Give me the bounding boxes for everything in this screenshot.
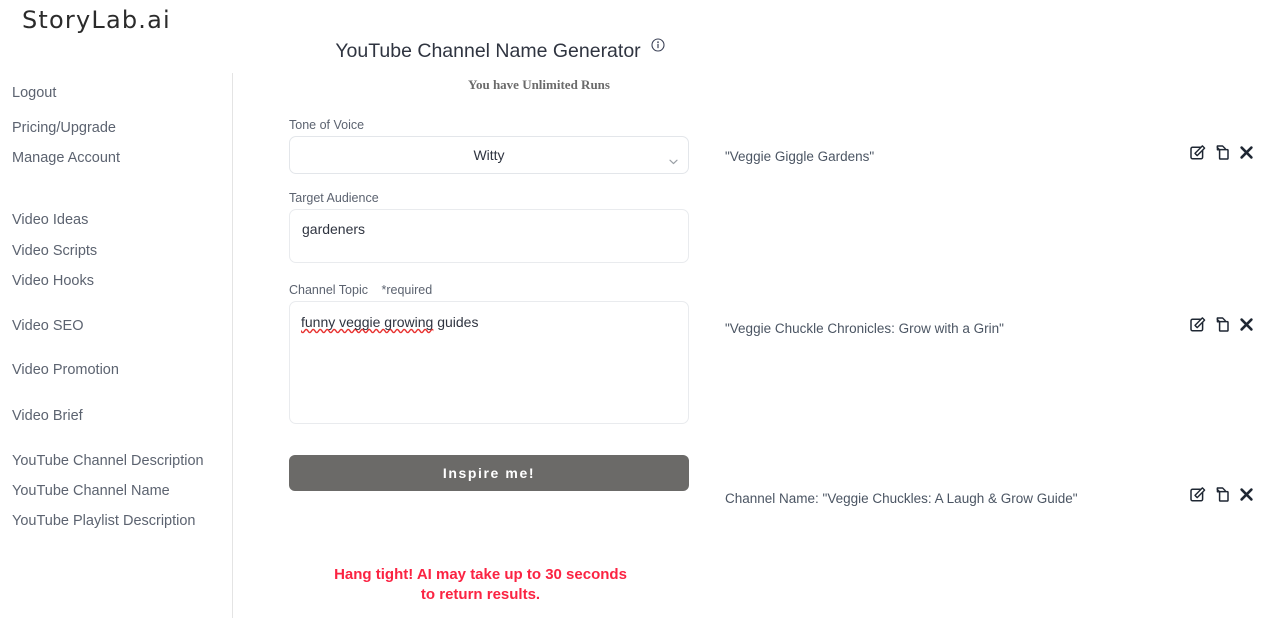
sidebar-divider [232, 73, 233, 618]
result-actions [1189, 145, 1255, 163]
channel-topic-label-text: Channel Topic [289, 283, 368, 297]
result-delete-button[interactable] [1237, 317, 1255, 335]
page-title-text: YouTube Channel Name Generator [335, 40, 641, 62]
close-x-icon [1239, 145, 1254, 163]
target-audience-label: Target Audience [289, 191, 379, 205]
sidebar-item-video-brief[interactable]: Video Brief [12, 408, 83, 424]
sidebar-item-pricing-upgrade[interactable]: Pricing/Upgrade [12, 120, 116, 136]
sidebar-item-video-seo[interactable]: Video SEO [12, 318, 83, 334]
copy-icon [1214, 144, 1231, 164]
result-copy-button[interactable] [1213, 145, 1231, 163]
wait-notice-line-2: to return results. [420, 586, 541, 603]
tone-of-voice-label: Tone of Voice [289, 118, 365, 132]
result-actions [1189, 487, 1255, 505]
copy-icon [1214, 316, 1231, 336]
sidebar-item-video-ideas[interactable]: Video Ideas [12, 212, 88, 228]
sidebar-item-video-scripts[interactable]: Video Scripts [12, 243, 97, 259]
result-text: Channel Name: "Veggie Chuckles: A Laugh … [725, 491, 1078, 506]
info-circle-icon[interactable] [651, 35, 665, 52]
channel-topic-input[interactable] [289, 301, 689, 424]
wait-notice-line-1: Hang tight! AI may take up to 30 seconds [334, 566, 627, 583]
result-delete-button[interactable] [1237, 487, 1255, 505]
brand-logo[interactable]: StoryLab.ai [22, 6, 171, 34]
sidebar-item-video-hooks[interactable]: Video Hooks [12, 273, 94, 289]
tone-of-voice-select[interactable]: Witty [289, 136, 689, 174]
result-edit-button[interactable] [1189, 317, 1207, 335]
close-x-icon [1239, 487, 1254, 505]
sidebar-item-youtube-channel-name[interactable]: YouTube Channel Name [12, 483, 170, 499]
edit-pencil-icon [1189, 316, 1207, 336]
target-audience-input[interactable] [289, 209, 689, 263]
result-text: "Veggie Giggle Gardens" [725, 149, 875, 164]
page-title: YouTube Channel Name Generator [0, 38, 1266, 63]
result-text: "Veggie Chuckle Chronicles: Grow with a … [725, 321, 1004, 336]
result-row: Channel Name: "Veggie Chuckles: A Laugh … [725, 487, 1255, 513]
runs-note: You have Unlimited Runs [468, 77, 610, 92]
result-delete-button[interactable] [1237, 145, 1255, 163]
sidebar-item-youtube-playlist-description[interactable]: YouTube Playlist Description [12, 513, 196, 529]
result-edit-button[interactable] [1189, 145, 1207, 163]
edit-pencil-icon [1189, 486, 1207, 506]
sidebar-item-manage-account[interactable]: Manage Account [12, 150, 120, 166]
edit-pencil-icon [1189, 144, 1207, 164]
copy-icon [1214, 486, 1231, 506]
close-x-icon [1239, 317, 1254, 335]
result-copy-button[interactable] [1213, 317, 1231, 335]
wait-notice: Hang tight! AI may take up to 30 seconds… [289, 565, 672, 605]
channel-topic-label: Channel Topic *required [289, 283, 689, 297]
result-actions [1189, 317, 1255, 335]
channel-topic-required-note: *required [381, 283, 433, 297]
result-row: "Veggie Giggle Gardens" [725, 145, 1255, 171]
sidebar-item-youtube-channel-description[interactable]: YouTube Channel Description [12, 453, 204, 469]
sidebar-nav: Logout Pricing/Upgrade Manage Account Video… [0, 60, 232, 618]
tone-of-voice-value[interactable]: Witty [290, 137, 688, 173]
generator-form: Tone of Voice Witty Target Audience Chan… [289, 118, 689, 429]
result-copy-button[interactable] [1213, 487, 1231, 505]
sidebar-item-video-promotion[interactable]: Video Promotion [12, 362, 119, 378]
result-row: "Veggie Chuckle Chronicles: Grow with a … [725, 317, 1255, 343]
result-edit-button[interactable] [1189, 487, 1207, 505]
inspire-me-button[interactable]: Inspire me! [289, 455, 689, 491]
